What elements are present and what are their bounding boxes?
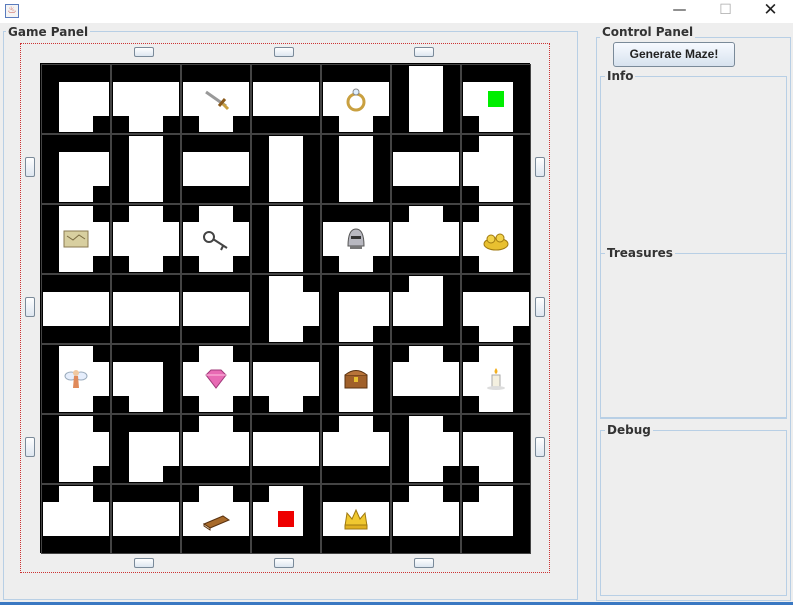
maze-tile	[111, 134, 181, 204]
debug-panel	[600, 430, 787, 596]
maze-tile	[41, 274, 111, 344]
maze-tile	[251, 204, 321, 274]
maze-tile	[111, 204, 181, 274]
maze-tile	[251, 344, 321, 414]
maze-tile	[181, 204, 251, 274]
info-legend: Info	[605, 69, 636, 83]
maze-tile	[111, 274, 181, 344]
maze-tile	[181, 274, 251, 344]
maze-tile	[251, 484, 321, 554]
treasures-legend: Treasures	[605, 246, 675, 260]
green-player	[488, 91, 504, 107]
debug-legend: Debug	[605, 423, 653, 437]
maze-tile	[41, 134, 111, 204]
insert-top-col-1-button[interactable]	[134, 47, 154, 57]
maze-tile	[461, 344, 531, 414]
maze-tile	[41, 64, 111, 134]
maze-tile	[461, 484, 531, 554]
maze-tile	[321, 204, 391, 274]
maze-tile	[321, 414, 391, 484]
fairy-icon	[61, 364, 91, 394]
control-panel-legend: Control Panel	[600, 25, 696, 39]
maze-tile	[321, 484, 391, 554]
maze-tile	[111, 414, 181, 484]
ring-icon	[341, 84, 371, 114]
maze-tile	[41, 344, 111, 414]
maze-tile	[251, 134, 321, 204]
maze-tile	[41, 204, 111, 274]
maximize-button[interactable]: ☐	[703, 0, 748, 23]
maze-tile	[181, 134, 251, 204]
insert-left-row-3-button[interactable]	[25, 297, 35, 317]
game-panel-legend: Game Panel	[6, 25, 91, 39]
maze-tile	[391, 484, 461, 554]
maze-tile	[111, 64, 181, 134]
keys-icon	[201, 224, 231, 254]
maze-tile	[391, 204, 461, 274]
insert-bottom-col-3-button[interactable]	[274, 558, 294, 568]
maze-tile	[181, 484, 251, 554]
insert-right-row-1-button[interactable]	[535, 157, 545, 177]
candle-icon	[481, 364, 511, 394]
red-player	[278, 511, 294, 527]
sword-icon	[201, 84, 231, 114]
maze-tile	[321, 274, 391, 344]
insert-bottom-col-5-button[interactable]	[414, 558, 434, 568]
maze-tile	[461, 204, 531, 274]
insert-left-row-5-button[interactable]	[25, 437, 35, 457]
chest-icon	[341, 364, 371, 394]
maze-tile	[181, 414, 251, 484]
insert-right-row-3-button[interactable]	[535, 297, 545, 317]
maze-board	[40, 63, 531, 554]
insert-top-col-3-button[interactable]	[274, 47, 294, 57]
helmet-icon	[341, 224, 371, 254]
maze-tile	[461, 274, 531, 344]
maze-tile	[321, 344, 391, 414]
maze-tile	[461, 64, 531, 134]
maze-tile	[321, 134, 391, 204]
insert-left-row-1-button[interactable]	[25, 157, 35, 177]
maze-tile	[251, 414, 321, 484]
maze-tile	[391, 134, 461, 204]
maze-tile	[111, 484, 181, 554]
minimize-button[interactable]: —	[657, 0, 702, 23]
title-bar: ♨ — ☐ ✕	[0, 0, 793, 23]
maze-tile	[391, 414, 461, 484]
insert-bottom-col-1-button[interactable]	[134, 558, 154, 568]
maze-tile	[181, 64, 251, 134]
crown-icon	[341, 504, 371, 534]
maze-tile	[391, 64, 461, 134]
maze-tile	[111, 344, 181, 414]
maze-tile	[391, 344, 461, 414]
map-icon	[61, 224, 91, 254]
maze-tile	[461, 414, 531, 484]
maze-tile	[181, 344, 251, 414]
java-app-icon: ♨	[5, 4, 19, 18]
gold-icon	[481, 224, 511, 254]
maze-tile	[251, 274, 321, 344]
maze-tile	[251, 64, 321, 134]
book-icon	[201, 504, 231, 534]
close-button[interactable]: ✕	[748, 0, 793, 23]
treasures-panel	[600, 253, 787, 418]
maze-tile	[461, 134, 531, 204]
maze-tile	[41, 484, 111, 554]
maze-tile	[41, 414, 111, 484]
maze-tile	[321, 64, 391, 134]
insert-right-row-5-button[interactable]	[535, 437, 545, 457]
maze-tile	[391, 274, 461, 344]
gem-icon	[201, 364, 231, 394]
insert-top-col-5-button[interactable]	[414, 47, 434, 57]
generate-maze-button[interactable]: Generate Maze!	[613, 42, 735, 67]
